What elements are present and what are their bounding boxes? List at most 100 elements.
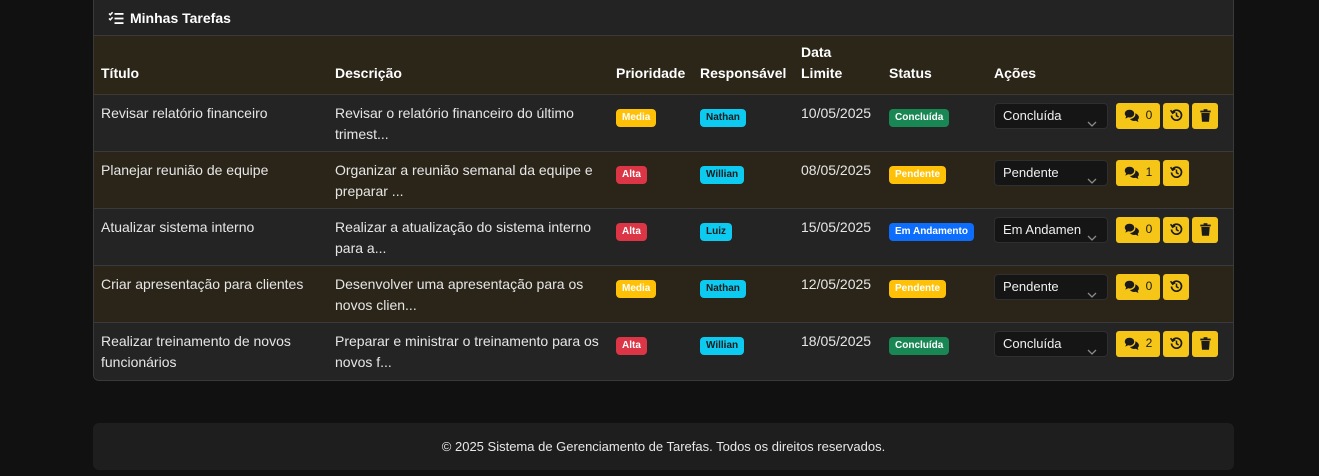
cell-acoes: Em Andamen 0 [987,208,1233,265]
priority-badge: Alta [616,165,647,184]
cell-prioridade: Media [609,94,693,151]
trash-icon [1199,337,1211,350]
cell-titulo: Revisar relatório financeiro [101,104,268,121]
header-data-limite: Data Limite [794,36,882,95]
status-select[interactable]: Concluída [994,102,1108,129]
delete-button[interactable] [1192,330,1218,357]
chevron-down-icon [1087,283,1097,298]
comments-icon [1124,166,1140,179]
priority-badge: Media [616,279,657,298]
comments-count: 0 [1145,222,1153,236]
chevron-down-icon [1087,169,1097,184]
table-body: Revisar relatório financeiro Revisar o re… [94,94,1233,379]
status-select[interactable]: Pendente [994,273,1108,300]
comments-button[interactable]: 2 [1116,330,1160,357]
cell-titulo: Atualizar sistema interno [101,218,255,235]
table-row: Criar apresentação para clientes Desenvol… [94,265,1233,322]
cell-prioridade: Media [609,265,693,322]
status-select[interactable]: Concluída [994,330,1108,357]
cell-responsavel: Willian [693,151,794,208]
comments-icon [1124,280,1140,293]
cell-status: Em Andamento [882,208,987,265]
cell-data-limite: 12/05/2025 [801,275,872,292]
comments-button[interactable]: 0 [1116,216,1160,243]
status-badge: Pendente [889,279,947,298]
history-icon [1169,337,1183,350]
assignee-badge: Willian [700,165,745,184]
table-row: Planejar reunião de equipe Organizar a re… [94,151,1233,208]
cell-status: Pendente [882,151,987,208]
header-responsavel: Responsável [693,36,794,95]
cell-acoes: Concluída 0 [987,94,1233,151]
cell-status: Pendente [882,265,987,322]
comments-button[interactable]: 1 [1116,159,1160,186]
chevron-down-icon [1087,112,1097,127]
status-badge: Pendente [889,165,947,184]
status-badge: Em Andamento [889,222,974,241]
status-badge: Concluída [889,336,950,355]
card-header: Minhas Tarefas [94,0,1233,36]
status-select[interactable]: Pendente [994,159,1108,186]
cell-descricao: Desenvolver uma apresentação para os nov… [335,275,584,313]
history-button[interactable] [1163,159,1189,186]
cell-descricao: Revisar o relatório financeiro do último… [335,104,574,142]
status-select-value: Concluída [1003,107,1062,123]
comments-count: 0 [1145,108,1153,122]
assignee-badge: Willian [700,336,745,355]
cell-descricao: Realizar a atualização do sistema intern… [335,218,592,256]
delete-button[interactable] [1192,102,1218,129]
trash-icon [1199,223,1211,236]
history-button[interactable] [1163,216,1189,243]
priority-badge: Media [616,108,657,127]
table-row: Atualizar sistema interno Realizar a atua… [94,208,1233,265]
header-descricao: Descrição [328,36,609,95]
cell-data-limite: 10/05/2025 [801,104,872,121]
cell-prioridade: Alta [609,151,693,208]
comments-button[interactable]: 0 [1116,102,1160,129]
cell-responsavel: Nathan [693,265,794,322]
comments-icon [1124,109,1140,122]
header-data-limite-line2: Limite [801,64,843,81]
history-button[interactable] [1163,273,1189,300]
tasks-card: Minhas Tarefas Título Descrição Priorida… [93,0,1234,381]
cell-data-limite: 18/05/2025 [801,332,872,349]
history-button[interactable] [1163,330,1189,357]
history-icon [1169,223,1183,236]
cell-prioridade: Alta [609,322,693,379]
actions-group: Pendente 1 [994,159,1228,186]
delete-button[interactable] [1192,216,1218,243]
assignee-badge: Nathan [700,279,746,298]
history-icon [1169,280,1183,293]
comments-button[interactable]: 0 [1116,273,1160,300]
status-select[interactable]: Em Andamen [994,216,1108,243]
status-select-value: Pendente [1003,278,1059,294]
page-footer: © 2025 Sistema de Gerenciamento de Taref… [93,423,1234,470]
table-row: Realizar treinamento de novos funcionári… [94,322,1233,379]
tasks-table: Título Descrição Prioridade Responsável … [94,36,1233,379]
history-button[interactable] [1163,102,1189,129]
cell-status: Concluída [882,94,987,151]
assignee-badge: Luiz [700,222,732,241]
comments-count: 0 [1145,279,1153,293]
chevron-down-icon [1087,340,1097,355]
status-select-value: Pendente [1003,164,1059,180]
comments-icon [1124,223,1140,236]
actions-group: Concluída 0 [994,102,1228,129]
comments-count: 1 [1145,165,1153,179]
actions-group: Em Andamen 0 [994,216,1228,243]
cell-titulo: Planejar reunião de equipe [101,161,269,178]
cell-titulo: Criar apresentação para clientes [101,275,304,292]
header-acoes: Ações [987,36,1233,95]
status-select-value: Em Andamen [1003,221,1081,237]
chevron-down-icon [1087,226,1097,241]
status-badge: Concluída [889,108,950,127]
cell-titulo: Realizar treinamento de novos funcionári… [101,332,291,370]
actions-group: Pendente 0 [994,273,1228,300]
assignee-badge: Nathan [700,108,746,127]
cell-descricao: Organizar a reunião semanal da equipe e … [335,161,593,199]
comments-count: 2 [1145,336,1153,350]
history-icon [1169,109,1183,122]
cell-responsavel: Luiz [693,208,794,265]
cell-descricao: Preparar e ministrar o treinamento para … [335,332,599,370]
cell-data-limite: 08/05/2025 [801,161,872,178]
